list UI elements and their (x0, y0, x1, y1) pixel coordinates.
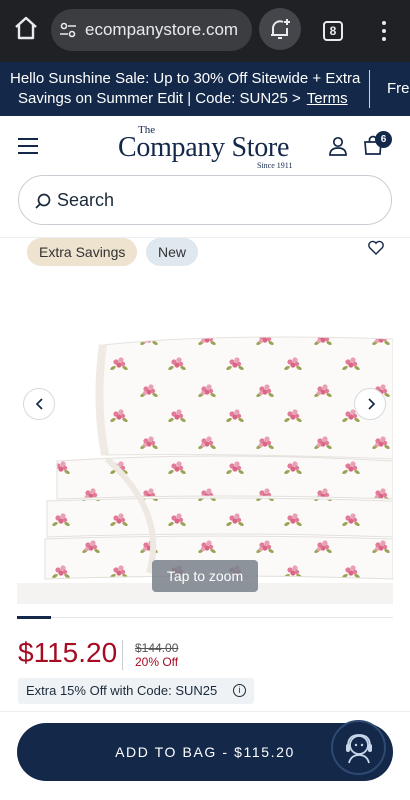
divider (0, 711, 410, 712)
promo-text: Savings on Summer Edit | Code: SUN25 > (18, 90, 301, 107)
more-options-icon[interactable] (376, 18, 392, 44)
price-divider (122, 640, 123, 670)
promo-line-2: Savings on Summer Edit | Code: SUN25 > Te… (18, 90, 348, 107)
promo-code-chip[interactable]: Extra 15% Off with Code: SUN25 i (18, 678, 254, 704)
bag-count-badge: 6 (375, 131, 392, 148)
badge-new: New (146, 238, 199, 266)
add-notification-icon (271, 19, 290, 39)
sale-price: $115.20 (18, 637, 118, 668)
tap-to-zoom-hint[interactable]: Tap to zoom (152, 560, 258, 592)
info-icon[interactable]: i (233, 684, 246, 697)
promo-line-1: Hello Sunshine Sale: Up to 30% Off Sitew… (10, 70, 361, 87)
gallery-next-button[interactable] (354, 388, 386, 420)
promo-banner[interactable]: Hello Sunshine Sale: Up to 30% Off Sitew… (0, 62, 410, 116)
search-input[interactable]: Search (18, 175, 392, 225)
product-gallery[interactable]: Extra Savings New Tap to zoom (17, 238, 393, 604)
address-bar[interactable]: ecompanystore.com (51, 9, 252, 51)
promo-code-text: Extra 15% Off with Code: SUN25 (26, 683, 218, 698)
logo-since: Since 1911 (257, 161, 293, 170)
company-store-logo[interactable]: The Company Store Since 1911 (118, 124, 293, 170)
gallery-progress-track (17, 617, 393, 618)
hamburger-menu-icon[interactable] (18, 138, 38, 154)
chat-assistant-icon (346, 734, 372, 764)
search-placeholder: Search (57, 190, 115, 210)
url-text[interactable]: ecompanystore.com (85, 20, 238, 40)
account-icon[interactable] (328, 136, 348, 156)
gallery-prev-button[interactable] (23, 388, 55, 420)
terms-link[interactable]: Terms (307, 90, 348, 107)
home-icon[interactable] (12, 14, 40, 42)
original-price: $144.00 (135, 641, 179, 655)
next-promo-teaser[interactable]: Fre (387, 80, 410, 97)
add-notification-button[interactable] (259, 8, 301, 50)
search-icon (35, 193, 51, 209)
percent-off: 20% Off (135, 655, 179, 669)
chat-assistant-button[interactable] (331, 720, 386, 775)
browser-toolbar: ecompanystore.com 8 (0, 0, 410, 62)
chevron-right-icon (368, 398, 376, 410)
site-settings-icon[interactable] (59, 21, 77, 39)
wishlist-heart-icon[interactable] (367, 239, 385, 257)
tab-switcher-button[interactable]: 8 (323, 21, 343, 41)
product-photo-floral-sheets[interactable] (17, 273, 393, 604)
promo-divider (369, 70, 370, 108)
site-header: The Company Store Since 1911 (0, 116, 410, 176)
badge-extra-savings: Extra Savings (27, 238, 138, 266)
logo-name: Company Store (118, 132, 290, 163)
gallery-progress-indicator (17, 616, 51, 619)
chevron-left-icon (35, 398, 43, 410)
